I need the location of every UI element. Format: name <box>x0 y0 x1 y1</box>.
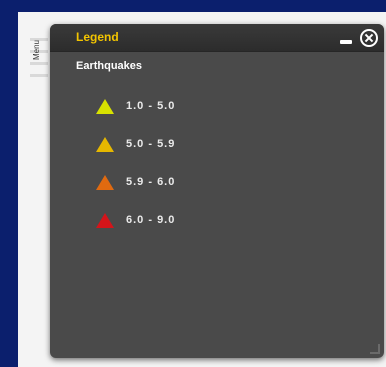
resize-handle[interactable] <box>370 344 380 354</box>
legend-item: 6.0 - 9.0 <box>96 212 296 230</box>
close-button[interactable] <box>360 29 378 47</box>
side-tab-line <box>30 74 48 77</box>
triangle-icon <box>96 137 114 152</box>
legend-item-range: 6.0 - 9.0 <box>126 214 176 226</box>
legend-item-range: 5.9 - 6.0 <box>126 176 176 188</box>
legend-item: 1.0 - 5.0 <box>96 98 296 116</box>
legend-title: Legend <box>76 30 119 44</box>
triangle-icon <box>96 99 114 114</box>
side-tab-line <box>30 62 48 65</box>
side-tab-label: Menu <box>32 40 41 61</box>
legend-item-range: 1.0 - 5.0 <box>126 100 176 112</box>
legend-window: Legend Earthquakes 1.0 - 5.0 5.0 - 5.9 5… <box>50 24 384 358</box>
legend-titlebar[interactable]: Legend <box>50 24 384 52</box>
legend-item: 5.0 - 5.9 <box>96 136 296 154</box>
minimize-button[interactable] <box>340 40 352 44</box>
legend-item-range: 5.0 - 5.9 <box>126 138 176 150</box>
section-label-earthquakes: Earthquakes <box>76 60 143 72</box>
triangle-icon <box>96 213 114 228</box>
legend-item: 5.9 - 6.0 <box>96 174 296 192</box>
triangle-icon <box>96 175 114 190</box>
